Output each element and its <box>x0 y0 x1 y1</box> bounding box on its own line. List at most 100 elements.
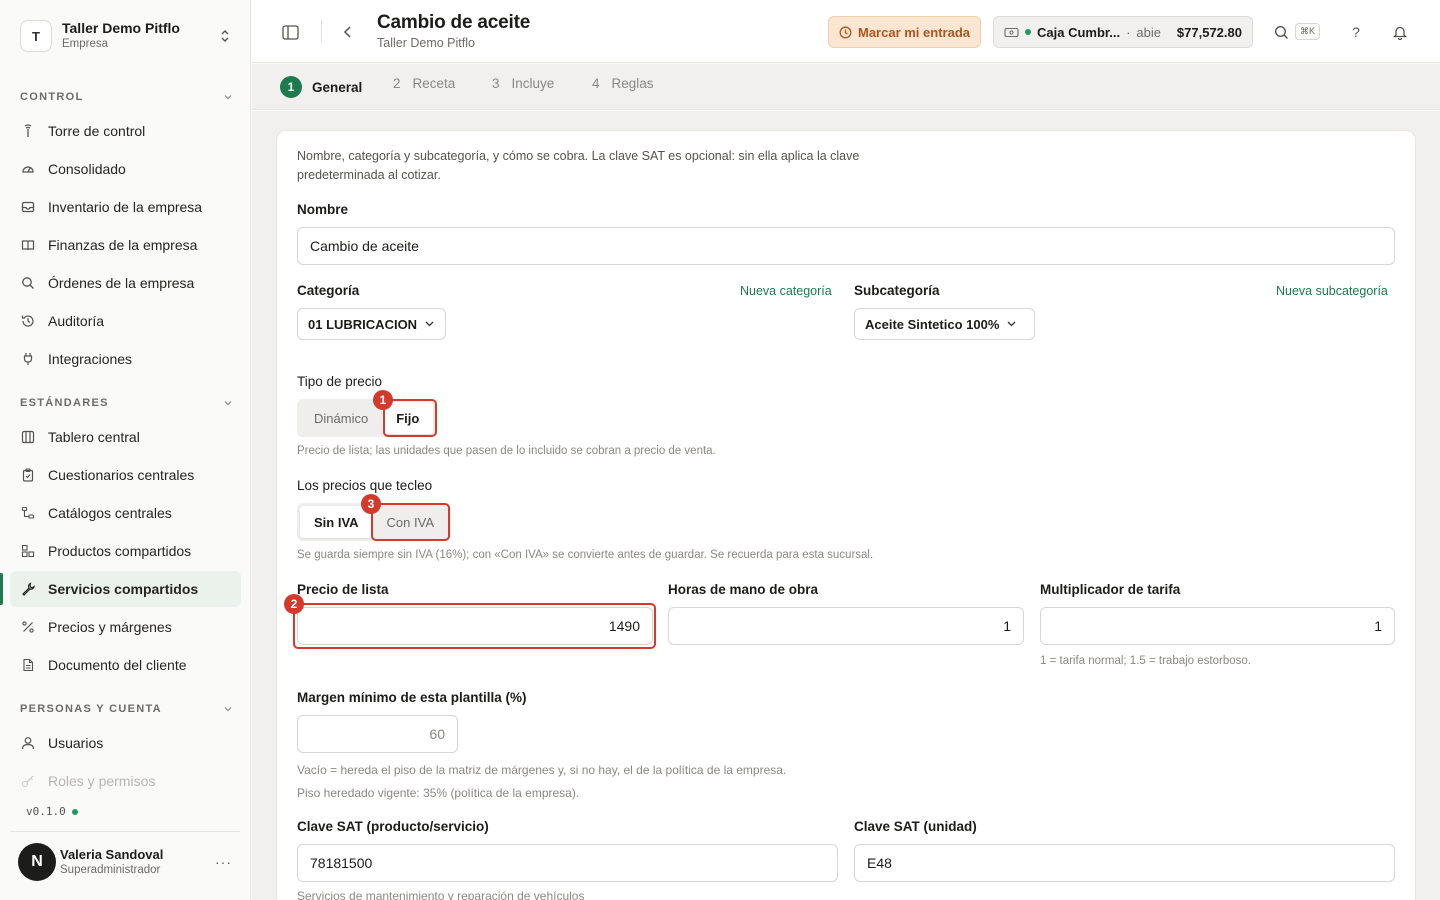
clock-icon <box>839 26 852 38</box>
min-margin-input[interactable]: 60 <box>297 715 458 753</box>
document-icon <box>20 657 36 673</box>
step-reglas[interactable]: 4 Reglas <box>592 76 654 91</box>
sat-product-label: Clave SAT (producto/servicio) <box>297 819 489 834</box>
sidebar-item-roles-permisos[interactable]: Roles y permisos <box>10 763 241 799</box>
subcategory-label: Subcategoría <box>854 283 940 298</box>
step-number: 2 <box>393 76 401 91</box>
sidebar-item-label: Integraciones <box>48 351 133 367</box>
sidebar-item-tablero-central[interactable]: Tablero central <box>10 419 241 455</box>
sidebar-item-servicios-compartidos[interactable]: Servicios compartidos <box>10 571 241 607</box>
cash-register-button[interactable]: Caja Cumbr... · abie $77,572.80 <box>993 16 1253 48</box>
new-subcategory-link[interactable]: Nueva subcategoría <box>1276 284 1388 298</box>
sidebar-item-label: Usuarios <box>48 735 104 751</box>
divider <box>10 831 240 832</box>
category-select[interactable]: 01 LUBRICACION <box>297 308 446 340</box>
form-intro: Nombre, categoría y subcategoría, y cómo… <box>297 149 860 182</box>
active-indicator <box>0 573 3 605</box>
sidebar-item-usuarios[interactable]: Usuarios <box>10 725 241 761</box>
annotation-badge: 1 <box>373 390 393 410</box>
search-icon <box>20 275 36 291</box>
cash-register-state: abie <box>1136 24 1161 40</box>
tax-mode-help: Se guarda siempre sin IVA (16%); con «Co… <box>297 549 874 561</box>
sidebar-item-label: Inventario de la empresa <box>48 199 203 215</box>
step-number: 3 <box>492 76 500 91</box>
sidebar-item-label: Precios y márgenes <box>48 619 172 635</box>
sidebar-item-catalogos[interactable]: Catálogos centrales <box>10 495 241 531</box>
key-icon <box>20 773 36 789</box>
page-title: Cambio de aceite <box>377 12 531 33</box>
sidebar-item-cuestionarios[interactable]: Cuestionarios centrales <box>10 457 241 493</box>
clipboard-icon <box>20 467 36 483</box>
cash-register-name: Caja Cumbr... <box>1037 24 1121 40</box>
sidebar-item-label: Finanzas de la empresa <box>48 237 198 253</box>
sidebar-toggle-icon[interactable] <box>278 20 302 44</box>
annotation-badge: 3 <box>361 494 381 514</box>
sidebar-item-productos-compartidos[interactable]: Productos compartidos <box>10 533 241 569</box>
plug-icon <box>20 351 36 367</box>
sidebar-item-finanzas[interactable]: Finanzas de la empresa <box>10 227 241 263</box>
highlight-box <box>371 503 450 541</box>
search-icon[interactable] <box>1270 20 1292 44</box>
sat-product-help: Servicios de mantenimiento y reparación … <box>297 889 585 900</box>
tree-icon <box>20 505 36 521</box>
section-control[interactable]: CONTROL <box>20 91 232 103</box>
help-icon[interactable]: ? <box>1344 20 1368 44</box>
rate-multiplier-help: 1 = tarifa normal; 1.5 = trabajo estorbo… <box>1040 655 1251 667</box>
back-icon[interactable] <box>336 20 360 44</box>
sidebar-item-integraciones[interactable]: Integraciones <box>10 341 241 377</box>
step-label: Reglas <box>611 76 654 91</box>
user-icon <box>20 735 36 751</box>
section-estandares[interactable]: ESTÁNDARES <box>20 397 232 409</box>
sidebar-item-inventario[interactable]: Inventario de la empresa <box>10 189 241 225</box>
sat-product-input[interactable]: 78181500 <box>297 844 838 882</box>
chevron-down-icon <box>224 401 232 406</box>
status-dot <box>71 808 78 815</box>
user-menu[interactable]: N Valeria Sandoval Superadministrador ··… <box>18 841 240 883</box>
sidebar-item-torre-de-control[interactable]: Torre de control <box>10 113 241 149</box>
chevron-down-icon <box>425 321 434 327</box>
cash-icon <box>1004 27 1019 37</box>
sidebar-item-documento-cliente[interactable]: Documento del cliente <box>10 647 241 683</box>
list-price-label: Precio de lista <box>297 582 389 597</box>
step-label: Receta <box>412 76 456 91</box>
sidebar-item-auditoria[interactable]: Auditoría <box>10 303 241 339</box>
chevron-down-icon <box>224 95 232 100</box>
rate-multiplier-input[interactable]: 1 <box>1040 607 1395 645</box>
cash-register-amount: $77,572.80 <box>1176 24 1242 40</box>
step-incluye[interactable]: 3 Incluye <box>492 76 554 91</box>
name-label: Nombre <box>297 202 349 217</box>
clock-in-label: Marcar mi entrada <box>858 24 970 40</box>
org-switcher[interactable]: T Taller Demo Pitflo Empresa <box>10 12 240 60</box>
more-icon[interactable]: ··· <box>215 854 232 870</box>
sidebar-item-label: Productos compartidos <box>48 543 192 559</box>
history-icon <box>20 313 36 329</box>
boxes-icon <box>20 543 36 559</box>
bell-icon[interactable] <box>1388 20 1412 44</box>
section-personas-cuenta[interactable]: PERSONAS Y CUENTA <box>20 703 232 715</box>
inbox-icon <box>20 199 36 215</box>
price-type-dynamic-option[interactable]: Dinámico <box>300 402 382 434</box>
labor-hours-input[interactable]: 1 <box>668 607 1024 645</box>
labor-hours-label: Horas de mano de obra <box>668 582 819 597</box>
wizard-stepper: 1 General 2 Receta 3 Incluye 4 Reglas <box>252 64 1440 110</box>
sat-unit-input[interactable]: E48 <box>854 844 1395 882</box>
sidebar-item-consolidado[interactable]: Consolidado <box>10 151 241 187</box>
top-header: Cambio de aceite Taller Demo Pitflo Marc… <box>252 0 1440 63</box>
tax-excluded-option[interactable]: Sin IVA <box>300 506 373 538</box>
book-icon <box>20 237 36 253</box>
sidebar-item-label: Catálogos centrales <box>48 505 172 521</box>
separator: · <box>1126 24 1131 40</box>
gauge-icon <box>20 161 36 177</box>
sidebar-item-label: Consolidado <box>48 161 126 177</box>
step-general[interactable]: 1 General <box>280 76 362 98</box>
sidebar-item-ordenes[interactable]: Órdenes de la empresa <box>10 265 241 301</box>
clock-in-button[interactable]: Marcar mi entrada <box>828 16 981 48</box>
step-number: 1 <box>280 76 302 98</box>
sidebar-item-precios-margenes[interactable]: Precios y márgenes <box>10 609 241 645</box>
name-input[interactable]: Cambio de aceite <box>297 227 1395 265</box>
step-receta[interactable]: 2 Receta <box>393 76 455 91</box>
sidebar-item-label: Roles y permisos <box>48 773 156 789</box>
new-category-link[interactable]: Nueva categoría <box>740 284 832 298</box>
subcategory-select[interactable]: Aceite Sintetico 100% <box>854 308 1035 340</box>
status-dot <box>1025 29 1031 35</box>
